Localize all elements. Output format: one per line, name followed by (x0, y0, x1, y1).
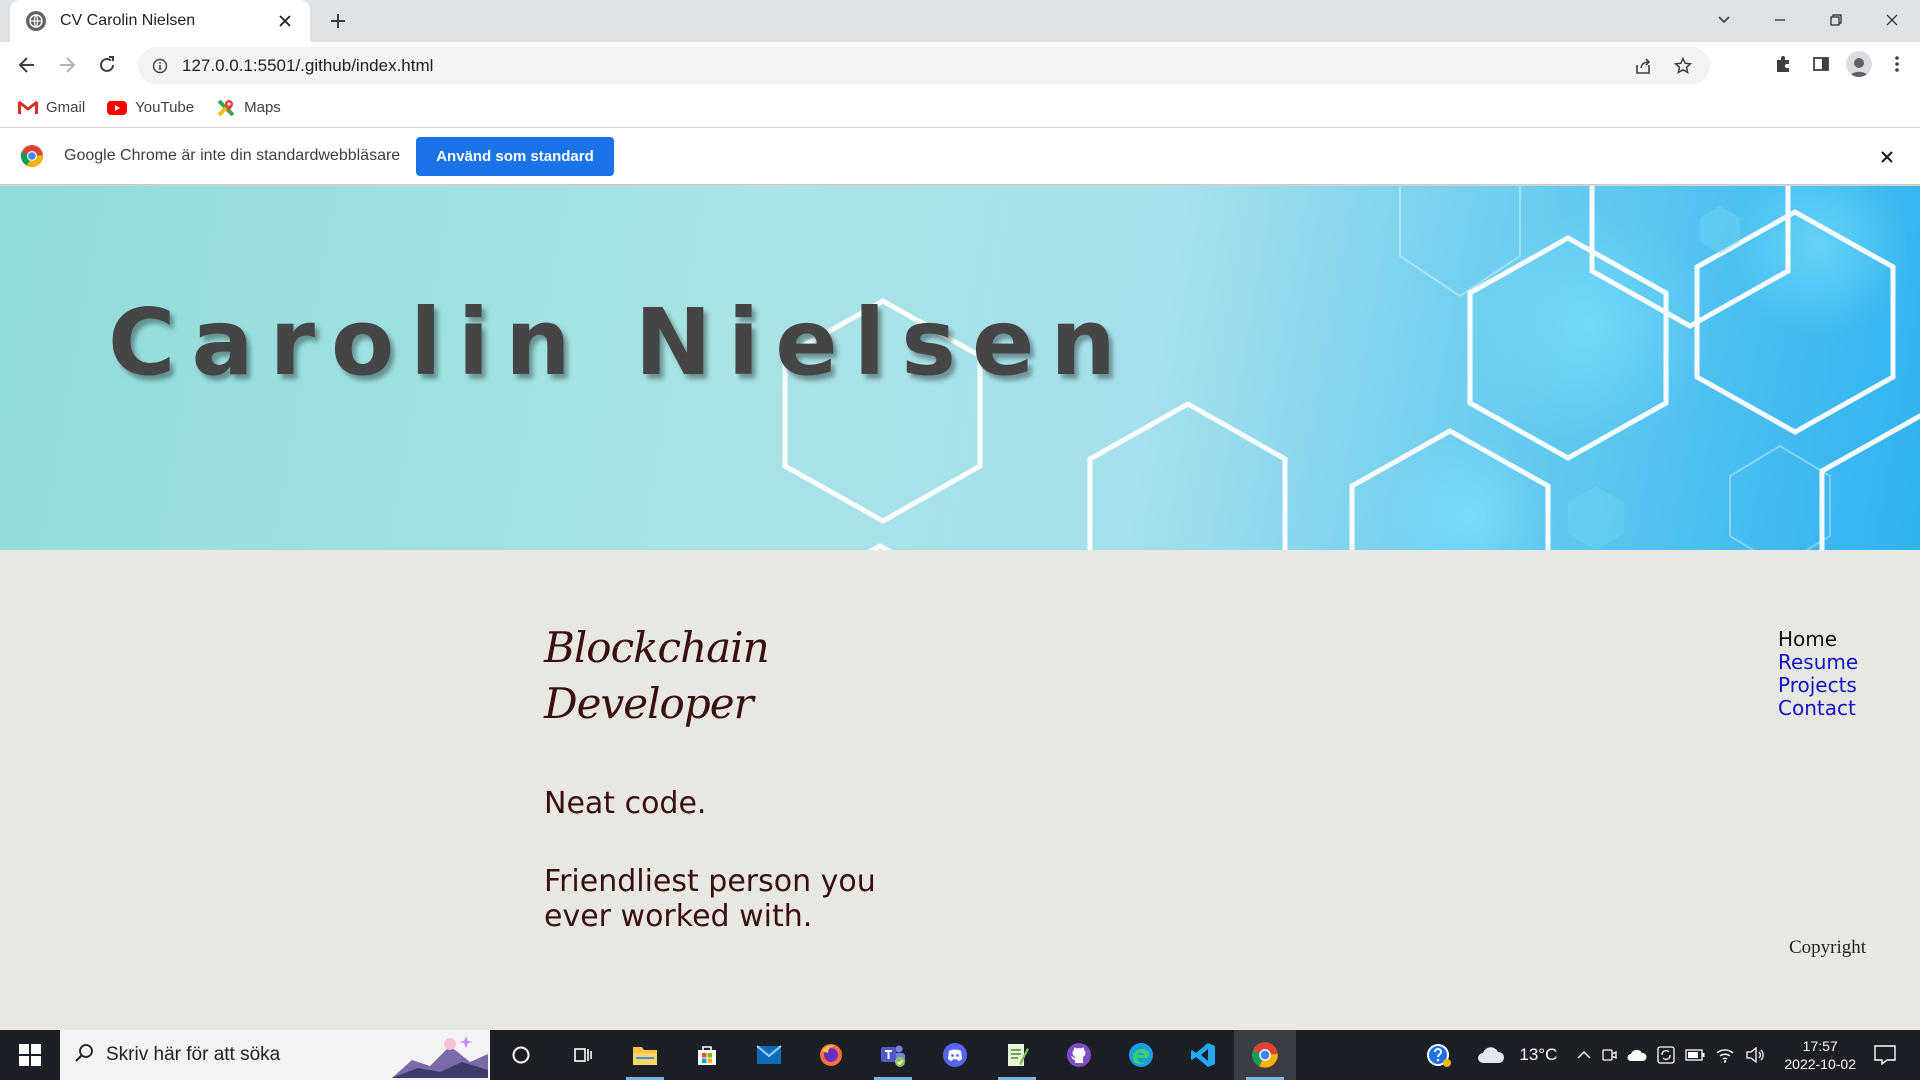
taskbar-clock[interactable]: 17:57 2022-10-02 (1784, 1037, 1856, 1073)
site-info-icon[interactable] (150, 56, 170, 76)
volume-icon[interactable] (1745, 1047, 1765, 1063)
restore-icon[interactable] (1808, 0, 1864, 40)
notepad-icon[interactable] (986, 1030, 1048, 1080)
windows-start-icon[interactable] (0, 1030, 60, 1080)
search-icon (74, 1043, 94, 1068)
bookmark-gmail[interactable]: Gmail (18, 99, 85, 116)
close-window-icon[interactable] (1864, 0, 1920, 40)
bookmarks-bar: Gmail YouTube Maps (0, 88, 1920, 128)
gmail-icon (18, 100, 38, 116)
set-default-button[interactable]: Använd som standard (416, 136, 614, 176)
new-tab-button[interactable] (324, 7, 352, 35)
microsoft-store-icon[interactable] (676, 1030, 738, 1080)
edge-icon[interactable] (1110, 1030, 1172, 1080)
minimize-icon[interactable] (1752, 0, 1808, 40)
search-placeholder: Skriv här för att söka (106, 1044, 281, 1065)
discord-icon[interactable] (924, 1030, 986, 1080)
clock-date: 2022-10-02 (1784, 1056, 1856, 1072)
battery-icon[interactable] (1685, 1049, 1705, 1061)
role-line-1: Blockchain (544, 623, 770, 672)
extensions-icon[interactable] (1770, 51, 1796, 77)
tagline-neat-code: Neat code. (544, 786, 707, 821)
main-content: Blockchain Developer Neat code. Friendli… (0, 550, 1920, 1030)
address-bar[interactable]: 127.0.0.1:5501/.github/index.html (138, 47, 1710, 84)
search-highlight-image (392, 1032, 488, 1078)
system-tray: 13°C 17:57 2022-10-02 (1420, 1030, 1920, 1080)
close-infobar-icon[interactable] (1876, 146, 1898, 168)
cloud-weather-icon[interactable] (1476, 1045, 1506, 1065)
back-arrow-icon[interactable] (12, 50, 42, 80)
nav-link-projects[interactable]: Projects (1778, 674, 1858, 697)
nav-link-resume[interactable]: Resume (1778, 651, 1858, 674)
vscode-icon[interactable] (1172, 1030, 1234, 1080)
bookmark-youtube[interactable]: YouTube (107, 99, 194, 116)
close-tab-icon[interactable] (274, 10, 296, 32)
reload-icon[interactable] (92, 50, 122, 80)
youtube-icon (107, 100, 128, 116)
chrome-logo-icon (20, 145, 44, 167)
bookmark-maps[interactable]: Maps (216, 99, 281, 116)
window-controls (1696, 0, 1920, 40)
firefox-icon[interactable] (800, 1030, 862, 1080)
task-view-icon[interactable] (552, 1030, 614, 1080)
nav-link-contact[interactable]: Contact (1778, 697, 1858, 720)
chrome-icon[interactable] (1234, 1030, 1296, 1080)
sync-icon[interactable] (1657, 1046, 1676, 1064)
infobar-message: Google Chrome är inte din standardwebblä… (64, 147, 401, 164)
meet-now-icon[interactable] (1601, 1047, 1618, 1063)
tagline-friendliest: Friendliest person you ever worked with. (544, 864, 876, 934)
teams-icon[interactable] (862, 1030, 924, 1080)
wifi-icon[interactable] (1715, 1047, 1735, 1063)
notification-center-icon[interactable] (1874, 1045, 1896, 1065)
weather-temperature[interactable]: 13°C (1519, 1045, 1557, 1065)
maps-icon (216, 99, 236, 116)
side-panel-icon[interactable] (1808, 51, 1834, 77)
help-icon[interactable] (1425, 1041, 1453, 1069)
clock-time: 17:57 (1802, 1038, 1838, 1054)
role-heading: Blockchain Developer (544, 620, 770, 732)
tab-search-icon[interactable] (1696, 0, 1752, 40)
bookmark-label: YouTube (135, 99, 195, 116)
onedrive-icon[interactable] (1627, 1048, 1647, 1062)
file-explorer-icon[interactable] (614, 1030, 676, 1080)
taskbar-search-box[interactable]: Skriv här för att söka (60, 1030, 490, 1080)
role-line-2: Developer (544, 679, 754, 728)
share-icon[interactable] (1630, 53, 1656, 79)
taskbar-apps (490, 1030, 1296, 1080)
bookmark-star-icon[interactable] (1670, 53, 1696, 79)
cortana-icon[interactable] (490, 1030, 552, 1080)
bookmark-label: Maps (244, 99, 281, 116)
site-nav: Home Resume Projects Contact (1778, 628, 1858, 720)
url-text: 127.0.0.1:5501/.github/index.html (182, 55, 434, 75)
hero-banner: Carolin Nielsen (0, 186, 1920, 550)
chevron-up-icon[interactable] (1577, 1050, 1591, 1060)
copyright-text: Copyright (1789, 937, 1867, 958)
more-menu-icon[interactable] (1884, 51, 1910, 77)
globe-icon (26, 11, 46, 31)
tab-title: CV Carolin Nielsen (60, 12, 196, 29)
profile-avatar-icon[interactable] (1846, 51, 1872, 77)
bookmark-label: Gmail (46, 99, 86, 116)
tab-strip: CV Carolin Nielsen (0, 0, 1920, 42)
mail-icon[interactable] (738, 1030, 800, 1080)
forward-arrow-icon[interactable] (52, 50, 82, 80)
browser-tab[interactable]: CV Carolin Nielsen (10, 0, 310, 42)
windows-taskbar: Skriv här för att söka 13°C 17:57 2022-1… (0, 1030, 1920, 1080)
nav-link-home[interactable]: Home (1778, 628, 1858, 651)
browser-toolbar: 127.0.0.1:5501/.github/index.html (0, 42, 1920, 88)
github-icon[interactable] (1048, 1030, 1110, 1080)
default-browser-infobar: Google Chrome är inte din standardwebblä… (0, 128, 1920, 185)
page-title: Carolin Nielsen (108, 289, 1132, 396)
